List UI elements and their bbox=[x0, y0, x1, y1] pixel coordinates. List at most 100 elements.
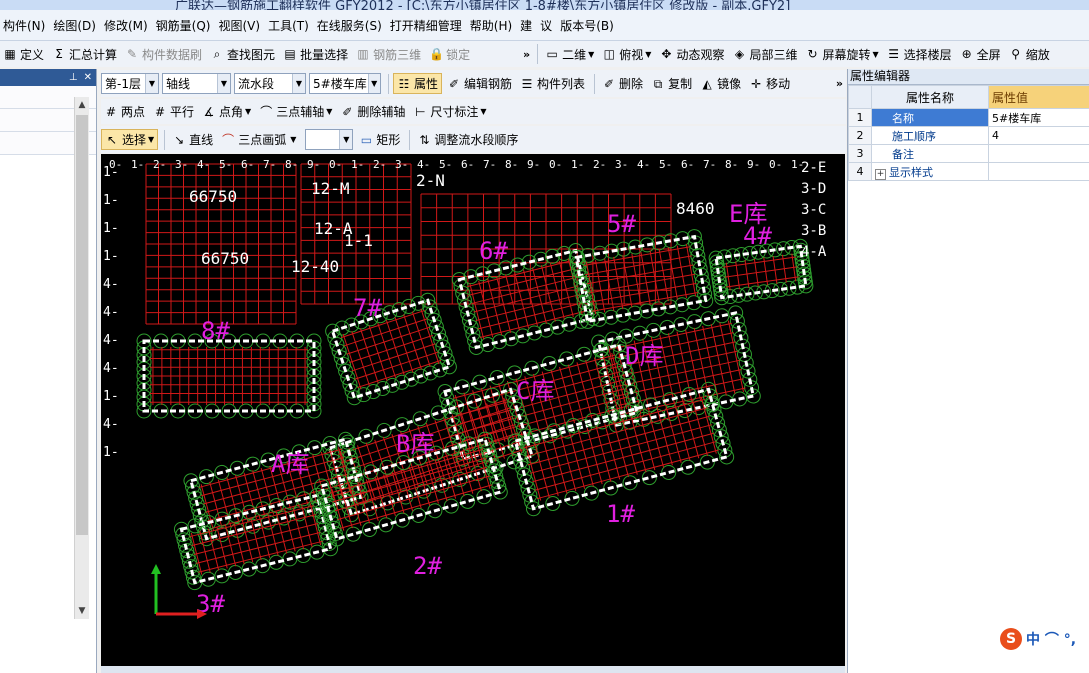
menu-item[interactable]: 建 bbox=[517, 17, 535, 34]
top-view-icon: ◫ bbox=[603, 47, 615, 61]
ruler-tick: 5- bbox=[659, 158, 672, 171]
orbit-button[interactable]: ✥ 动态观察 bbox=[656, 44, 727, 65]
menu-item[interactable]: 打开精细管理 bbox=[387, 17, 465, 34]
ruler-tick: 1- bbox=[571, 158, 584, 171]
partial-3d-icon: ◈ bbox=[734, 47, 745, 61]
select-floor-icon: ☰ bbox=[888, 47, 900, 61]
left-panel-scrollbar[interactable]: ▲ ▼ bbox=[74, 97, 89, 619]
building-6[interactable] bbox=[451, 242, 601, 356]
rotate-screen-button[interactable]: ↻ 屏幕旋转 ▼ bbox=[802, 44, 881, 65]
find-button[interactable]: ⌕ 查找图元 bbox=[207, 44, 278, 65]
move-icon: ✛ bbox=[751, 76, 762, 91]
sigma-button[interactable]: Σ 汇总计算 bbox=[49, 44, 120, 65]
point-angle-icon: ∡ bbox=[203, 104, 215, 119]
batch-select-button[interactable]: ▤ 批量选择 bbox=[280, 44, 351, 65]
building-label: 1# bbox=[606, 500, 635, 528]
define-button[interactable]: ▦ 定义 bbox=[0, 44, 47, 65]
property-row[interactable]: 1 名称 5#楼车库 bbox=[848, 108, 1089, 127]
delete-button[interactable]: ✐ 删除 bbox=[599, 73, 646, 94]
building-label: C库 bbox=[516, 377, 554, 405]
2d-button[interactable]: ▭ 二维 ▼ bbox=[542, 44, 597, 65]
toolbar-overflow-icon[interactable]: » bbox=[520, 48, 533, 61]
menu-item[interactable]: 在线服务(S) bbox=[314, 17, 385, 34]
menu-item[interactable]: 绘图(D) bbox=[50, 17, 99, 34]
property-value[interactable] bbox=[988, 162, 1089, 181]
building-8[interactable] bbox=[136, 333, 322, 419]
ruler-tick: 4- bbox=[417, 158, 430, 171]
close-icon[interactable]: ✕ bbox=[84, 72, 92, 83]
axis-label: 1- bbox=[103, 445, 119, 460]
mirror-button[interactable]: ◭ 镜像 bbox=[697, 73, 744, 94]
dimension-button[interactable]: ⊢ 尺寸标注 ▼ bbox=[410, 101, 489, 122]
scroll-down-icon[interactable]: ▼ bbox=[75, 603, 89, 619]
move-button[interactable]: ✛ 移动 bbox=[746, 73, 793, 94]
rebar-3d-icon: ▥ bbox=[357, 47, 369, 61]
element-select[interactable]: 5#楼车库 ▼ bbox=[309, 73, 381, 94]
type-select[interactable]: 轴线 ▼ bbox=[162, 73, 231, 94]
line-button[interactable]: ↘ 直线 bbox=[169, 129, 216, 150]
drawing-canvas[interactable]: 1- 1- 1- 1- 4- 4- 4- 4- 1- 4- 1- 2-E 3-D 3-C 3-B 4-A 0- 1… bbox=[101, 154, 845, 666]
component-list-button[interactable]: ☰ 构件列表 bbox=[517, 73, 588, 94]
properties-button[interactable]: ☷ 属性 bbox=[393, 73, 443, 94]
arc-button[interactable]: ⌒ 三点画弧 ▼ bbox=[218, 129, 299, 150]
property-value[interactable] bbox=[988, 144, 1089, 163]
floor-select[interactable]: 第-1层 ▼ bbox=[101, 73, 159, 94]
axis-label: 4- bbox=[103, 305, 119, 320]
two-point-button[interactable]: # 两点 bbox=[101, 101, 148, 122]
menu-item[interactable]: 工具(T) bbox=[265, 17, 312, 34]
properties-icon: ☷ bbox=[398, 76, 410, 91]
copy-button[interactable]: ⧉ 复制 bbox=[648, 73, 695, 94]
three-point-axis-button[interactable]: ⌒ 三点辅轴 ▼ bbox=[256, 101, 335, 122]
partial-3d-button[interactable]: ◈ 局部三维 bbox=[729, 44, 800, 65]
edit-rebar-button[interactable]: ✐ 编辑钢筋 bbox=[444, 73, 515, 94]
ruler-tick: 4- bbox=[637, 158, 650, 171]
brush-button[interactable]: ✎ 构件数据刷 bbox=[122, 44, 205, 65]
delete-axis-button[interactable]: ✐ 删除辅轴 bbox=[337, 101, 408, 122]
zoom-button[interactable]: ⚲ 缩放 bbox=[1006, 44, 1053, 65]
axis-label: 4- bbox=[103, 333, 119, 348]
ruler-tick: 0- bbox=[109, 158, 122, 171]
chevron-down-icon: ▼ bbox=[326, 107, 333, 116]
point-angle-button[interactable]: ∡ 点角 ▼ bbox=[199, 101, 254, 122]
parallel-button[interactable]: # 平行 bbox=[150, 101, 197, 122]
ime-indicator[interactable]: S 中 ⌒ °, bbox=[1000, 627, 1076, 651]
menu-item[interactable]: 帮助(H) bbox=[467, 17, 515, 34]
col-value-header: 属性值 bbox=[988, 85, 1089, 109]
menu-item[interactable]: 版本号(B) bbox=[557, 17, 617, 34]
subtype-select[interactable]: 流水段 ▼ bbox=[234, 73, 306, 94]
chevron-down-icon: ▼ bbox=[148, 135, 155, 144]
building-5[interactable] bbox=[568, 228, 714, 329]
zoom-icon: ⚲ bbox=[1011, 47, 1021, 61]
rebar-3d-button[interactable]: ▥ 钢筋三维 bbox=[353, 44, 424, 65]
pin-icon[interactable]: ⊥ bbox=[69, 72, 78, 83]
property-row[interactable]: 2 施工顺序 4 bbox=[848, 126, 1089, 145]
toolbar-overflow-icon[interactable]: » bbox=[833, 77, 846, 90]
lock-button[interactable]: 🔒 锁定 bbox=[426, 44, 473, 65]
menu-item[interactable]: 钢筋量(Q) bbox=[153, 17, 214, 34]
menu-item[interactable]: 构件(N) bbox=[0, 17, 48, 34]
arc-mode-select[interactable]: ▼ bbox=[305, 129, 354, 150]
cad-drawing[interactable]: 1-1-1-1-4-4-4-4-1-4-1-2-E3-D3-C3-B4-A0- 1… bbox=[101, 154, 845, 666]
property-row[interactable]: 4 + 显示样式 bbox=[848, 162, 1089, 181]
property-value[interactable]: 5#楼车库 bbox=[988, 108, 1089, 127]
scroll-thumb[interactable] bbox=[76, 115, 88, 535]
menu-item[interactable]: 视图(V) bbox=[215, 17, 263, 34]
expand-icon[interactable]: + bbox=[875, 168, 886, 180]
three-point-axis-icon: ⌒ bbox=[260, 104, 273, 119]
menu-item[interactable]: 议 bbox=[537, 17, 555, 34]
select-button[interactable]: ↖ 选择 ▼ bbox=[101, 129, 159, 150]
dimension-label: 12-40 bbox=[291, 257, 339, 276]
ruler-tick: 0- bbox=[549, 158, 562, 171]
menu-item[interactable]: 修改(M) bbox=[101, 17, 151, 34]
property-row[interactable]: 3 备注 bbox=[848, 144, 1089, 163]
scroll-up-icon[interactable]: ▲ bbox=[75, 97, 89, 113]
chevron-down-icon: ▼ bbox=[290, 135, 297, 144]
select-floor-button[interactable]: ☰ 选择楼层 bbox=[884, 44, 955, 65]
axis-label: 4- bbox=[103, 277, 119, 292]
property-value[interactable]: 4 bbox=[988, 126, 1089, 145]
fullscreen-button[interactable]: ⊕ 全屏 bbox=[957, 44, 1004, 65]
top-view-button[interactable]: ◫ 俯视 ▼ bbox=[599, 44, 654, 65]
adjust-segment-order-button[interactable]: ⇅ 调整流水段顺序 bbox=[414, 129, 521, 150]
property-name: 名称 bbox=[871, 108, 989, 127]
rectangle-button[interactable]: ▭ 矩形 bbox=[356, 129, 403, 150]
